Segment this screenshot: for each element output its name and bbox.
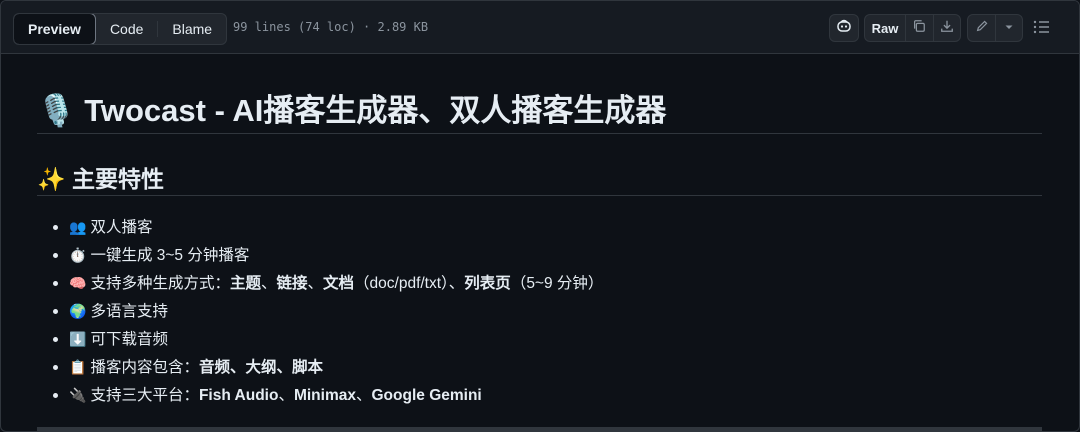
readme-title: 🎙️ Twocast - AI播客生成器、双人播客生成器 bbox=[37, 85, 666, 130]
edit-button[interactable] bbox=[968, 15, 997, 41]
feature-text-part: 、 bbox=[260, 275, 277, 292]
edit-actions-group bbox=[967, 14, 1023, 42]
feature-emoji-icon: 🌍 bbox=[69, 303, 87, 319]
tab-preview[interactable]: Preview bbox=[14, 14, 96, 44]
copilot-icon bbox=[836, 18, 852, 39]
feature-item: 🌍 多语言支持 bbox=[53, 297, 603, 325]
feature-emoji-icon: 👥 bbox=[69, 219, 87, 235]
feature-bold-text: 大纲 bbox=[245, 359, 277, 376]
file-toolbar: Preview Code Blame 99 lines (74 loc) · 2… bbox=[1, 1, 1079, 54]
tab-code[interactable]: Code bbox=[96, 14, 157, 44]
feature-bold-text: Minimax bbox=[293, 387, 356, 404]
feature-text-part: （doc/pdf/txt）、 bbox=[354, 275, 465, 292]
feature-bold-text: Google Gemini bbox=[371, 387, 482, 404]
pencil-icon bbox=[975, 19, 989, 38]
feature-text: 支持多种生成方式： bbox=[90, 275, 230, 292]
feature-emoji-icon: ⬇️ bbox=[69, 331, 87, 347]
feature-text: 一键生成 3~5 分钟播客 bbox=[90, 247, 250, 264]
chevron-down-icon bbox=[1004, 19, 1014, 37]
sparkles-icon: ✨ bbox=[37, 166, 66, 192]
feature-text-part: 、 bbox=[355, 387, 372, 404]
feature-item: 🧠 支持多种生成方式：主题、链接、文档（doc/pdf/txt）、列表页（5~9 … bbox=[53, 269, 603, 297]
tab-blame[interactable]: Blame bbox=[158, 14, 226, 44]
download-button[interactable] bbox=[934, 15, 961, 41]
list-icon bbox=[1033, 20, 1051, 39]
download-icon bbox=[940, 19, 954, 38]
feature-list: 👥 双人播客 ⏱️ 一键生成 3~5 分钟播客 🧠 支持多种生成方式：主题、链接、文档（d… bbox=[53, 213, 603, 409]
file-meta: 99 lines (74 loc) · 2.89 KB bbox=[233, 20, 429, 34]
feature-item: ⏱️ 一键生成 3~5 分钟播客 bbox=[53, 241, 603, 269]
raw-label: Raw bbox=[871, 20, 899, 36]
feature-bold-text: 主题 bbox=[229, 275, 261, 292]
copy-button[interactable] bbox=[906, 15, 934, 41]
copilot-button[interactable] bbox=[829, 14, 859, 42]
feature-text: 播客内容包含： bbox=[90, 359, 199, 376]
feature-bold-text: 列表页 bbox=[464, 275, 511, 292]
raw-button[interactable]: Raw bbox=[865, 15, 906, 41]
view-mode-tabs: Preview Code Blame bbox=[13, 13, 228, 45]
microphone-icon: 🎙️ bbox=[37, 93, 76, 128]
feature-item: 🔌 支持三大平台：Fish Audio、Minimax、Google Gemini bbox=[53, 381, 603, 409]
title-divider bbox=[37, 133, 1042, 134]
readme-title-text: Twocast - AI播客生成器、双人播客生成器 bbox=[84, 93, 667, 128]
next-block-edge bbox=[37, 427, 1042, 431]
feature-emoji-icon: 🔌 bbox=[69, 387, 87, 403]
outline-button[interactable] bbox=[1033, 19, 1051, 40]
feature-bold-text: 、 bbox=[276, 359, 293, 376]
feature-emoji-icon: 🧠 bbox=[69, 275, 87, 291]
feature-item: 👥 双人播客 bbox=[53, 213, 603, 241]
feature-text: 可下载音频 bbox=[90, 331, 168, 348]
feature-bold-text: 、 bbox=[229, 359, 246, 376]
feature-bold-text: Fish Audio bbox=[198, 387, 279, 404]
feature-text: 支持三大平台： bbox=[90, 387, 199, 404]
feature-bold-text: 音频 bbox=[198, 359, 230, 376]
raw-actions-group: Raw bbox=[864, 14, 961, 42]
feature-text-part: 、 bbox=[278, 387, 294, 404]
feature-item: 📋 播客内容包含：音频、大纲、脚本 bbox=[53, 353, 603, 381]
section-heading-text: 主要特性 bbox=[72, 166, 165, 192]
section-divider bbox=[37, 195, 1042, 196]
edit-dropdown-button[interactable] bbox=[996, 15, 1022, 41]
feature-emoji-icon: ⏱️ bbox=[69, 247, 87, 263]
feature-bold-text: 文档 bbox=[323, 275, 355, 292]
feature-text: 多语言支持 bbox=[90, 303, 168, 320]
feature-text-part: （5~9 分钟） bbox=[510, 275, 604, 292]
file-view: Preview Code Blame 99 lines (74 loc) · 2… bbox=[0, 0, 1080, 432]
feature-item: ⬇️ 可下载音频 bbox=[53, 325, 603, 353]
feature-bold-text: 链接 bbox=[276, 275, 308, 292]
copy-icon bbox=[912, 19, 926, 38]
feature-emoji-icon: 📋 bbox=[69, 359, 87, 375]
feature-text-part: 、 bbox=[307, 275, 324, 292]
section-heading: ✨ 主要特性 bbox=[37, 160, 164, 194]
feature-bold-text: 脚本 bbox=[292, 359, 324, 376]
feature-text: 双人播客 bbox=[90, 219, 153, 236]
